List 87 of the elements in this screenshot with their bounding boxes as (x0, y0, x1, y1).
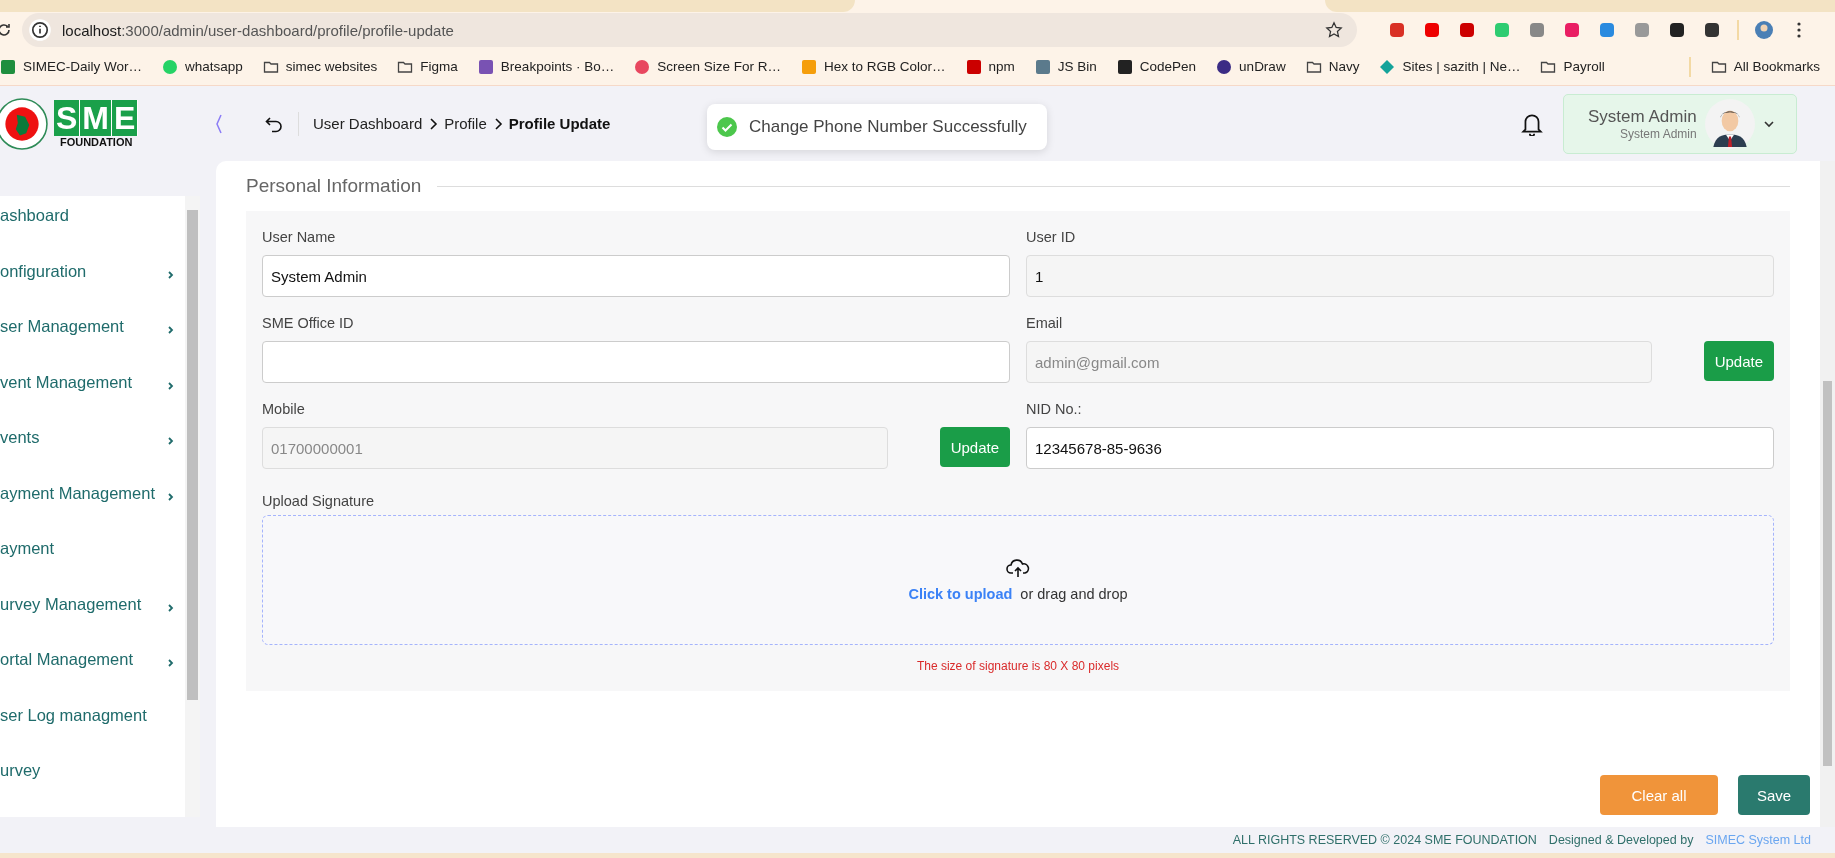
all-bookmarks-link[interactable]: All Bookmarks (1710, 58, 1820, 75)
field-label: NID No.: (1026, 401, 1083, 417)
save-button[interactable]: Save (1738, 775, 1810, 815)
update-button[interactable]: Update (939, 427, 1010, 467)
upload-dropzone[interactable]: Click to upload or drag and drop (262, 515, 1774, 645)
sidebar-item[interactable]: vents (0, 428, 185, 484)
sidebar-item[interactable]: ortal Management (0, 650, 185, 706)
bookmark-link[interactable]: whatsapp (162, 58, 243, 75)
chevron-right-icon (167, 325, 175, 336)
check-icon (717, 117, 737, 137)
update-button[interactable]: Update (1703, 341, 1774, 381)
bookmark-link[interactable]: Payroll (1540, 58, 1605, 75)
upload-hint: or drag and drop (1020, 586, 1128, 602)
field-label: User Name (262, 229, 337, 245)
upload-cloud-icon (1006, 558, 1030, 578)
avatar-icon (1704, 98, 1755, 149)
sidebar-item[interactable]: urvey Management (0, 594, 185, 651)
toast-message: Change Phone Number Successfully (749, 117, 1027, 137)
chevron-right-icon (167, 602, 175, 613)
field-label: Upload Signature (262, 493, 376, 509)
sidebar-item[interactable]: ser Log managment (0, 705, 185, 762)
bookmark-link[interactable]: unDraw (1216, 58, 1286, 75)
profile-avatar-icon[interactable] (1754, 20, 1774, 40)
bookmark-link[interactable]: SIMEC-Daily Wor… (0, 58, 142, 75)
bookmark-link[interactable]: CodePen (1116, 58, 1197, 75)
url-text: localhost:3000/admin/user-dashboard/profile/profile-update (62, 21, 455, 39)
field-label: SME Office ID (262, 315, 355, 331)
chevron-right-icon (167, 658, 175, 669)
r-logo-icon (800, 58, 817, 75)
scrollbar[interactable] (1820, 161, 1835, 827)
field-label: Mobile (262, 401, 306, 417)
chevron-right-icon (492, 116, 503, 131)
bookmark-link[interactable]: npm (965, 58, 1015, 75)
chevron-right-icon (428, 116, 439, 131)
cube-icon (1116, 58, 1133, 75)
chat-icon (162, 58, 178, 75)
field-label: User ID (1026, 229, 1077, 245)
breadcrumb-link[interactable]: User Dashboard (313, 115, 423, 132)
size-note: The size of signature is 80 X 80 pixels (915, 659, 1121, 673)
emblem-icon (0, 97, 48, 150)
input-field[interactable] (262, 341, 1010, 383)
breadcrumb-link[interactable]: Profile (444, 115, 487, 132)
reload-icon[interactable] (0, 22, 12, 38)
chevron-right-icon (167, 380, 175, 391)
bin-logo-icon (1034, 58, 1051, 75)
bookmark-link[interactable]: Sites | sazith | Ne… (1379, 58, 1521, 75)
logo-text: S M E FOUNDATION (54, 99, 139, 148)
sidebar-item[interactable]: vent Management (0, 372, 185, 429)
section-title: Personal Information (246, 175, 422, 197)
bell-icon[interactable] (1521, 111, 1543, 136)
bookmark-link[interactable]: Navy (1305, 58, 1360, 75)
input-field[interactable]: 12345678-85-9636 (1026, 427, 1774, 469)
address-bar[interactable]: localhost:3000/admin/user-dashboard/profile/profile-update (22, 13, 1357, 47)
field-label: Email (1026, 315, 1064, 331)
bookmark-link[interactable]: simec websites (262, 58, 378, 75)
bookmark-link[interactable]: Figma (397, 58, 458, 75)
circle-logo-icon (1216, 58, 1233, 75)
bookmark-link[interactable]: JS Bin (1034, 58, 1097, 75)
chevron-down-icon (1762, 119, 1775, 128)
extension-icon[interactable] (1667, 20, 1687, 40)
globe-icon (634, 58, 651, 75)
sidebar-item[interactable]: ayment Management (0, 483, 185, 540)
chevron-right-icon (167, 436, 175, 447)
spreadsheet-icon (0, 58, 16, 75)
chevron-right-icon (167, 269, 175, 280)
b-logo-icon (477, 58, 494, 75)
user-menu[interactable]: System Admin System Admin (1563, 93, 1797, 154)
diamond-icon (1379, 58, 1396, 75)
sidebar-item[interactable]: ayment (0, 539, 185, 595)
sidebar-item[interactable]: ser Management (0, 317, 185, 373)
credit-text: Designed & Developed by (1548, 833, 1694, 847)
user-name: System Admin (1588, 106, 1697, 127)
copyright-text: ALL RIGHTS RESERVED © 2024 SME FOUNDATION (1232, 833, 1537, 847)
user-role: System Admin (1619, 126, 1697, 141)
input-field[interactable]: System Admin (262, 255, 1010, 297)
sidebar-item[interactable]: onfiguration (0, 261, 185, 318)
bookmark-link[interactable]: Breakpoints · Bo… (477, 58, 615, 75)
bookmark-link[interactable]: Hex to RGB Color… (800, 58, 946, 75)
bookmark-link[interactable]: Screen Size For R… (634, 58, 781, 75)
square-logo-icon (965, 58, 982, 75)
chevron-right-icon (167, 491, 175, 502)
extension-icon[interactable] (1702, 20, 1722, 40)
star-icon[interactable] (1325, 21, 1343, 39)
breadcrumb-link[interactable]: Profile Update (508, 115, 611, 132)
sidebar-item[interactable]: urvey (0, 761, 185, 817)
sidebar-item[interactable]: ashboard (0, 206, 185, 262)
info-icon[interactable] (28, 18, 52, 42)
